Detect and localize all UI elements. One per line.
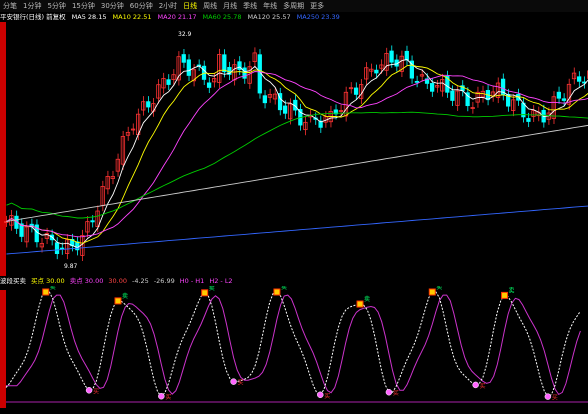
ind-item-3: -4.25 <box>131 277 149 285</box>
candle-body <box>262 95 267 104</box>
period-tab[interactable]: 周线 <box>200 0 220 12</box>
buy-signal-icon <box>158 392 165 400</box>
indicator-name[interactable]: 波段买卖 <box>0 276 26 286</box>
ind-item-0: 买点 30.00 <box>31 277 65 285</box>
candle-body <box>353 87 359 95</box>
ma5-label: MA5 28.15 <box>71 13 107 21</box>
sell-signal-label: 卖 <box>509 287 515 294</box>
sell-signal-icon <box>273 288 281 296</box>
candle-body <box>186 59 191 76</box>
k-line <box>5 291 581 398</box>
period-tab[interactable]: 5分钟 <box>44 0 68 12</box>
sell-signal-label: 卖 <box>281 286 287 291</box>
candle-body <box>166 79 171 85</box>
period-tab[interactable]: 更多 <box>307 0 327 12</box>
period-tab[interactable]: 30分钟 <box>98 0 127 12</box>
candle-body <box>206 82 212 88</box>
buy-signal-label: 买 <box>393 389 399 397</box>
candle-body <box>374 69 379 74</box>
sell-signal-label: 卖 <box>209 286 215 292</box>
buy-signal-label: 买 <box>93 387 99 395</box>
buy-signal-icon <box>230 378 237 385</box>
candle-body <box>526 118 531 122</box>
ma20-label: MA20 21.17 <box>157 13 197 21</box>
candlestick-chart[interactable]: 32.9 9.87 <box>0 22 588 276</box>
ma250-label: MA250 23.39 <box>296 13 340 21</box>
ma60-line <box>6 111 588 219</box>
buy-signal-label: 买 <box>552 394 558 402</box>
ind-item-1: 卖点 30.00 <box>69 277 104 285</box>
ma-legend: 平安银行(日线) 前复权 MA5 28.15 MA10 22.51 MA20 2… <box>0 12 588 22</box>
sell-signal-label: 卖 <box>122 293 128 300</box>
period-tab[interactable]: 日线 <box>180 0 200 12</box>
period-tab[interactable]: 季线 <box>240 0 260 12</box>
period-tab[interactable]: 分笔 <box>0 0 20 12</box>
sell-signal-label: 卖 <box>50 286 56 291</box>
indicator-legend: 波段买卖 买点 30.00 卖点 30.00 30.00 -4.25 -26.9… <box>0 276 588 286</box>
candle-body <box>222 54 227 73</box>
sell-signal-icon <box>501 291 509 299</box>
candle-body <box>54 242 60 254</box>
period-tab[interactable]: 2小时 <box>156 0 180 12</box>
period-tab[interactable]: 多周期 <box>280 0 307 12</box>
candle-body <box>181 54 186 63</box>
ind-item-5: H0 - H1 <box>179 277 205 285</box>
candle-body <box>450 90 455 101</box>
ma10-label: MA10 22.51 <box>112 13 152 21</box>
ma120-label: MA120 25.57 <box>247 13 291 21</box>
buy-signal-label: 买 <box>238 379 244 387</box>
ind-item-4: -26.99 <box>153 277 175 285</box>
period-tab[interactable]: 60分钟 <box>127 0 156 12</box>
sell-signal-icon <box>114 297 122 305</box>
ma60-label: MA60 25.78 <box>202 13 242 21</box>
ind-item-6: H2 - L2 <box>209 277 233 285</box>
candle-body <box>414 80 420 83</box>
buy-signal-label: 买 <box>165 393 171 401</box>
candle-body <box>389 50 394 63</box>
candle-body <box>576 76 582 82</box>
period-tab[interactable]: 年线 <box>260 0 280 12</box>
candle-body <box>561 98 567 101</box>
high-price-label: 32.9 <box>178 31 192 38</box>
buy-signal-icon <box>472 381 479 389</box>
buy-signal-icon <box>317 391 324 399</box>
candle-body <box>556 91 561 99</box>
period-tab[interactable]: 15分钟 <box>69 0 98 12</box>
candle-body <box>404 50 409 61</box>
signal-line <box>6 294 581 396</box>
low-price-label: 9.87 <box>64 263 78 270</box>
candle-body <box>90 220 95 223</box>
stock-title: 平安银行(日线) 前复权 <box>0 13 66 21</box>
sell-signal-label: 卖 <box>364 296 370 303</box>
sell-signal-label: 卖 <box>436 286 442 291</box>
oscillator-chart[interactable]: 卖买 卖买 卖买 卖买 卖买 卖买 卖买 <box>0 286 588 412</box>
buy-signal-label: 买 <box>324 392 330 400</box>
buy-signal-icon <box>385 388 393 396</box>
ma250-line <box>6 205 588 255</box>
sell-signal-icon <box>42 288 50 296</box>
period-tab[interactable]: 月线 <box>220 0 240 12</box>
sell-signal-icon <box>201 289 209 297</box>
ma120-line <box>6 124 588 222</box>
candle-body <box>282 105 288 114</box>
ind-item-2: 30.00 <box>108 277 127 285</box>
buy-signal-icon <box>85 387 93 394</box>
sell-signal-icon <box>356 300 364 308</box>
candle-body <box>146 101 151 108</box>
candle-body <box>429 83 435 92</box>
sell-signal-icon <box>428 288 436 296</box>
period-tab[interactable]: 1分钟 <box>20 0 44 12</box>
buy-signal-icon <box>544 393 552 400</box>
buy-signal-label: 买 <box>480 382 486 390</box>
